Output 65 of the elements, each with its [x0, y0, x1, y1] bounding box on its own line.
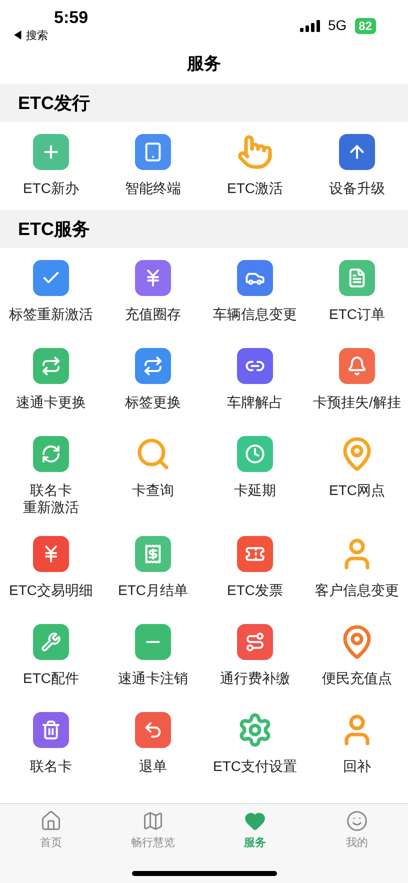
service-icon	[237, 134, 273, 170]
service-label[interactable]: ETC激活	[227, 180, 283, 197]
tab-icon	[142, 810, 164, 832]
service-icon	[135, 436, 171, 472]
service-icon	[33, 134, 69, 170]
service-icon	[135, 260, 171, 296]
section-header: ETC服务	[0, 210, 408, 248]
service-label[interactable]: ETC网点	[329, 482, 385, 499]
network-label: 5G	[328, 16, 347, 35]
service-icon	[339, 348, 375, 384]
status-time: 5:59	[53, 8, 88, 28]
service-label[interactable]: ETC月结单	[118, 582, 188, 599]
tab-icon	[40, 810, 62, 832]
service-label[interactable]: 回补	[343, 758, 371, 775]
service-label[interactable]: 智能终端	[125, 180, 181, 197]
service-label[interactable]: 客户信息变更	[315, 582, 399, 599]
page-title: 服务	[187, 53, 221, 76]
service-icon	[237, 712, 273, 748]
service-icon	[135, 624, 171, 660]
service-label[interactable]: 卡延期	[234, 482, 276, 499]
service-icon	[135, 348, 171, 384]
service-icon	[135, 712, 171, 748]
service-label[interactable]: 便民充值点	[322, 670, 392, 687]
service-label[interactable]: 卡查询	[132, 482, 174, 499]
service-label[interactable]: 联名卡	[30, 482, 72, 499]
service-label[interactable]: 车牌解占	[227, 394, 283, 411]
service-label[interactable]: 设备升级	[329, 180, 385, 197]
tab-icon	[244, 810, 266, 832]
service-label[interactable]: 标签更换	[125, 394, 181, 411]
service-icon	[339, 260, 375, 296]
service-icon	[33, 348, 69, 384]
service-label[interactable]: 联名卡	[30, 758, 72, 775]
service-label[interactable]: ETC发票	[227, 582, 283, 599]
service-icon	[33, 436, 69, 472]
service-label[interactable]: 重新激活	[23, 499, 79, 516]
service-label[interactable]: 速通卡注销	[118, 670, 188, 687]
service-icon	[33, 536, 69, 572]
service-label[interactable]: ETC交易明细	[9, 582, 93, 599]
service-label[interactable]: 通行费补缴	[220, 670, 290, 687]
service-label[interactable]: 充值圈存	[125, 306, 181, 323]
signal-icon	[300, 20, 320, 32]
service-icon	[237, 624, 273, 660]
service-label[interactable]: ETC支付设置	[213, 758, 297, 775]
service-label[interactable]: ETC配件	[23, 670, 79, 687]
service-label[interactable]: ETC新办	[23, 180, 79, 197]
service-icon	[135, 134, 171, 170]
service-icon	[33, 712, 69, 748]
service-icon	[237, 260, 273, 296]
battery-indicator: 82	[354, 18, 376, 34]
tab-icon	[346, 810, 368, 832]
service-icon	[33, 260, 69, 296]
service-label[interactable]: ETC订单	[329, 306, 385, 323]
back-link[interactable]: ◀ 搜索	[12, 28, 88, 44]
service-icon	[33, 624, 69, 660]
service-label[interactable]: 车辆信息变更	[213, 306, 297, 323]
service-icon	[237, 436, 273, 472]
service-icon	[339, 134, 375, 170]
service-label[interactable]: 卡预挂失/解挂	[313, 394, 401, 411]
service-icon	[237, 348, 273, 384]
service-label[interactable]: 速通卡更换	[16, 394, 86, 411]
service-icon	[237, 536, 273, 572]
service-icon	[135, 536, 171, 572]
section-header: ETC发行	[0, 84, 408, 122]
service-label[interactable]: 标签重新激活	[9, 306, 93, 323]
service-label[interactable]: 退单	[139, 758, 167, 775]
